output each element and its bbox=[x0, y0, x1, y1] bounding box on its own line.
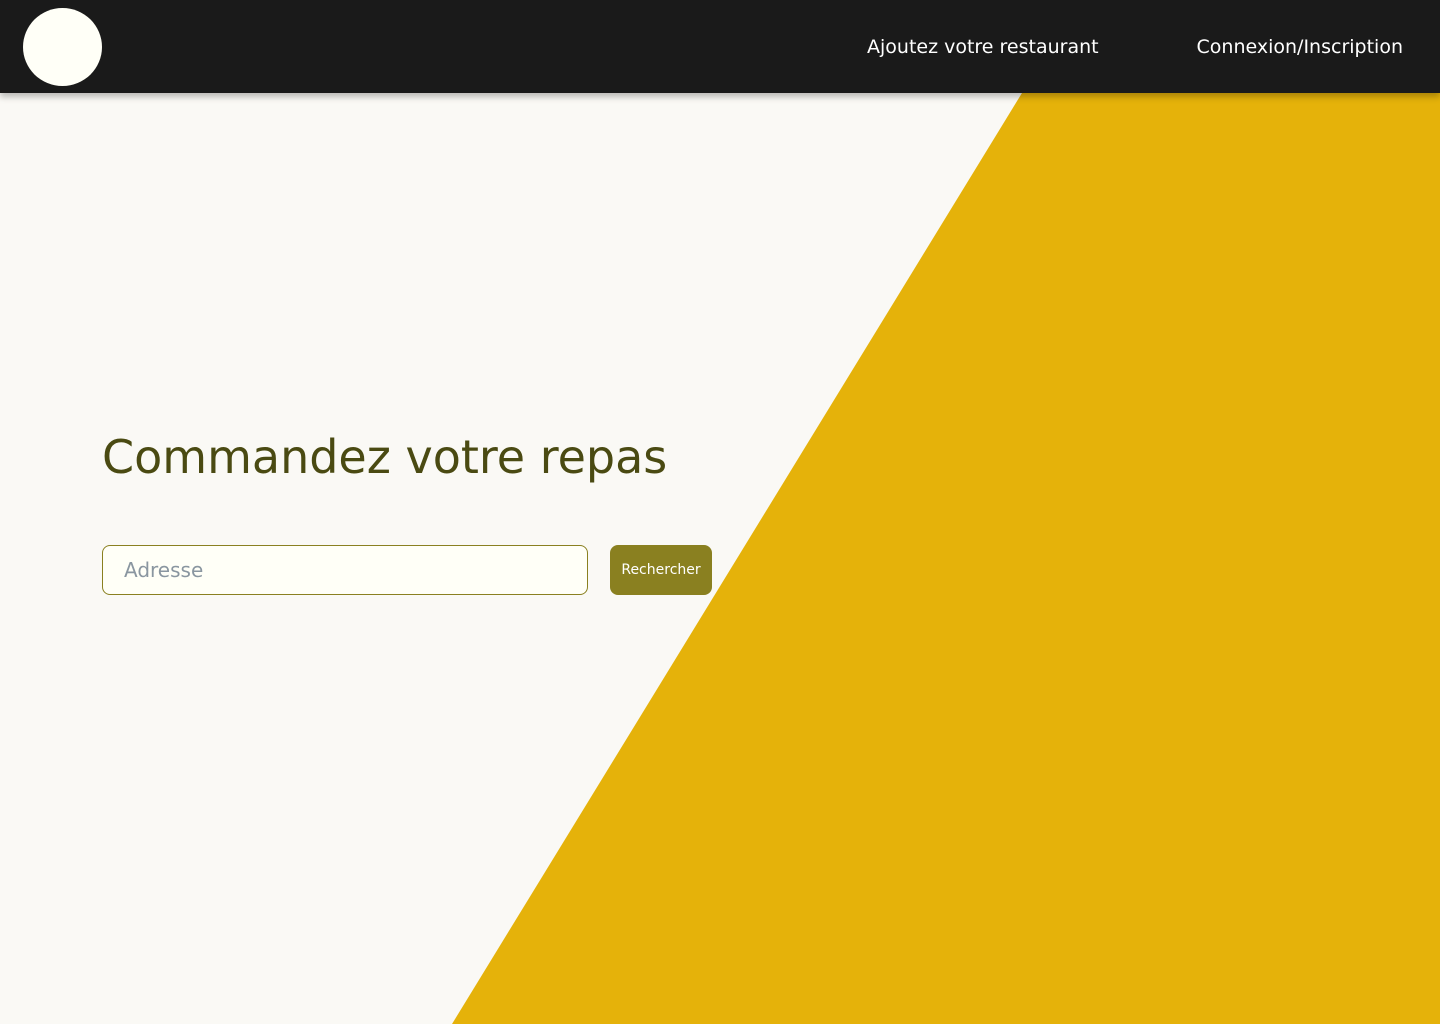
home-page: Ajoutez votre restaurant Connexion/Inscr… bbox=[0, 0, 1440, 1024]
add-restaurant-link[interactable]: Ajoutez votre restaurant bbox=[867, 34, 1099, 60]
login-signup-link[interactable]: Connexion/Inscription bbox=[1197, 34, 1403, 60]
diagonal-yellow-panel bbox=[452, 93, 1440, 1024]
logo[interactable] bbox=[23, 8, 102, 86]
top-navigation-bar: Ajoutez votre restaurant Connexion/Inscr… bbox=[0, 0, 1440, 93]
page-title: Commandez votre repas bbox=[102, 430, 668, 484]
address-input[interactable] bbox=[102, 545, 588, 595]
search-button[interactable]: Rechercher bbox=[610, 545, 712, 595]
